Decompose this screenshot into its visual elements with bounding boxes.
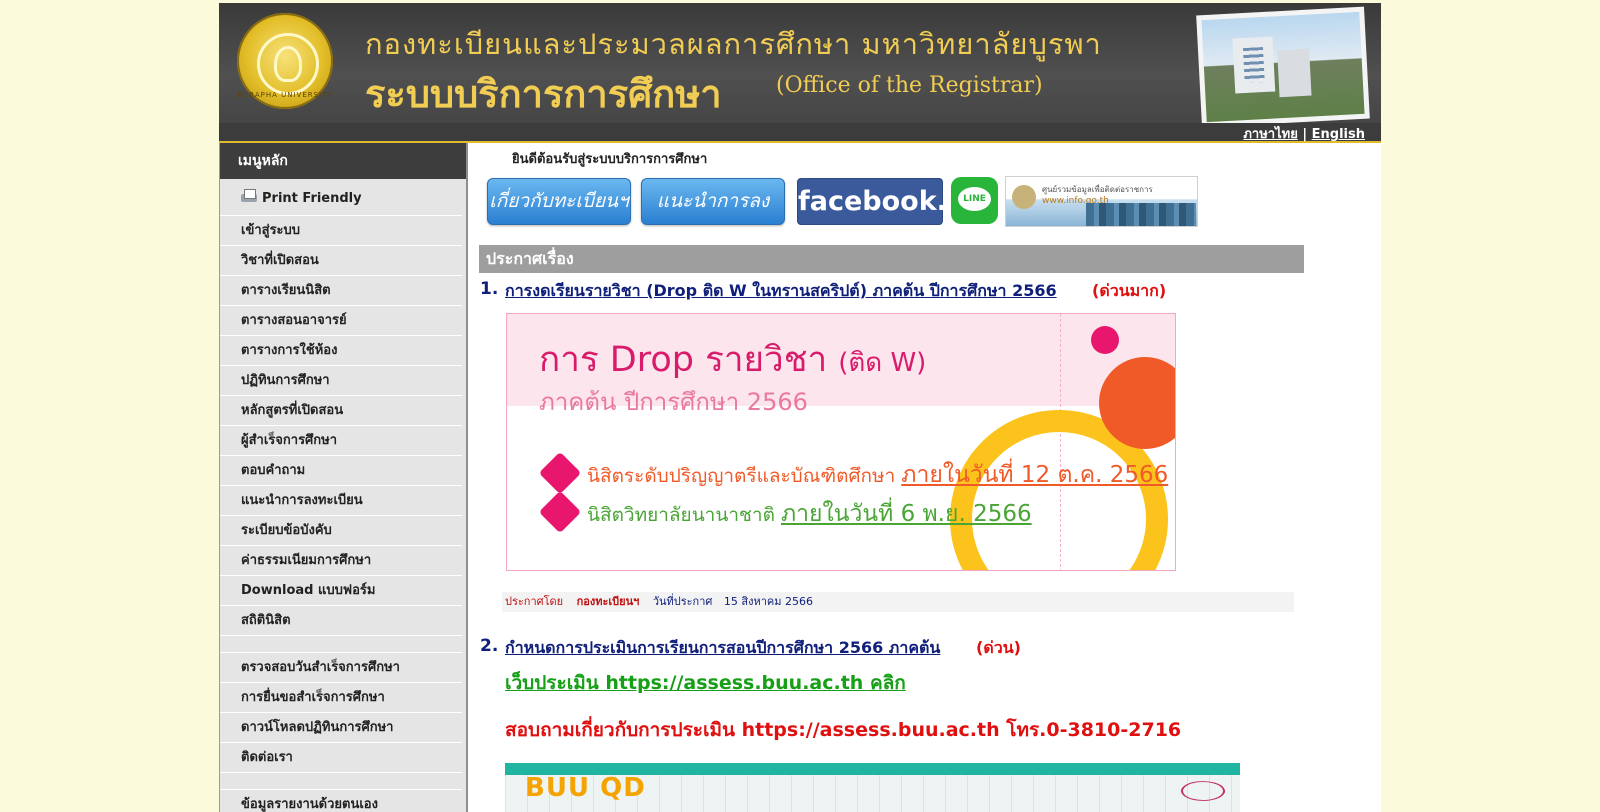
menu-item-graduates[interactable]: ผู้สำเร็จการศึกษา xyxy=(220,426,462,456)
drop-course-banner[interactable]: การ Drop รายวิชา (ติด W) ภาคต้น ปีการศึก… xyxy=(506,313,1176,571)
about-registrar-button[interactable]: เกี่ยวกับทะเบียนฯ xyxy=(487,178,631,225)
posted-by-value: กองทะเบียนฯ xyxy=(576,595,640,608)
date-label: วันที่ประกาศ xyxy=(652,595,713,608)
menu-item-student-schedule[interactable]: ตารางเรียนนิสิต xyxy=(220,276,462,306)
menu-item-curriculum[interactable]: หลักสูตรที่เปิดสอน xyxy=(220,396,462,426)
menu-item-room-schedule[interactable]: ตารางการใช้ห้อง xyxy=(220,336,462,366)
assess-contact-text: สอบถามเกี่ยวกับการประเมิน https://assess… xyxy=(505,719,1182,741)
international-deadline: ภายในวันที่ 6 พ.ย. 2566 xyxy=(780,501,1032,527)
date-value: 15 สิงหาคม 2566 xyxy=(723,595,813,608)
news-number: 1. xyxy=(480,279,499,299)
page: BURAPHA UNIVERSITY กองทะเบียนและประมวลผล… xyxy=(219,3,1381,812)
lang-thai-link[interactable]: ภาษาไทย xyxy=(1243,127,1297,142)
banner-title: การ Drop รายวิชา (ติด W) xyxy=(539,332,926,387)
banner-title-main: การ Drop รายวิชา xyxy=(539,340,828,380)
building-image xyxy=(1201,11,1365,123)
line-icon: LINE xyxy=(958,187,991,211)
news-2-urgency: (ด่วน) xyxy=(976,638,1021,657)
menu-item-check-graduation[interactable]: ตรวจสอบวันสำเร็จการศึกษา xyxy=(220,653,462,683)
menu-item-courses[interactable]: วิชาที่เปิดสอน xyxy=(220,246,462,276)
registration-guide-button[interactable]: แนะนำการลงทะเบียน xyxy=(641,178,785,257)
buu-qd-banner[interactable]: BUU QD xyxy=(505,763,1240,812)
news-1-link[interactable]: การงดเรียนรายวิชา (Drop ติด W ในทรานสคริ… xyxy=(505,279,1057,304)
undergrad-label: นิสิตระดับปริญญาตรีและบัณฑิตศึกษา xyxy=(587,465,902,487)
university-seal-logo: BURAPHA UNIVERSITY xyxy=(237,13,333,109)
header-title-line2: ระบบบริการการศึกษา xyxy=(365,71,722,116)
main-content: ยินดีต้อนรับสู่ระบบบริการการศึกษา เกี่ยว… xyxy=(479,143,1369,812)
welcome-text: ยินดีต้อนรับสู่ระบบบริการการศึกษา xyxy=(512,152,708,167)
buu-qd-logo: BUU QD xyxy=(525,773,646,803)
menu-item-apply-graduation[interactable]: การยื่นขอสำเร็จการศึกษา xyxy=(220,683,462,713)
menu-divider xyxy=(220,773,462,790)
header-banner: BURAPHA UNIVERSITY กองทะเบียนและประมวลผล… xyxy=(219,3,1381,123)
menu-divider xyxy=(220,636,462,653)
tag-icon xyxy=(538,490,582,534)
lang-separator: | xyxy=(1302,127,1308,142)
international-label: นิสิตวิทยาลัยนานาชาติ xyxy=(587,504,781,526)
undergrad-deadline: ภายในวันที่ 12 ต.ค. 2566 xyxy=(901,462,1169,488)
news-1-urgency: (ด่วนมาก) xyxy=(1092,281,1167,300)
news-2-link[interactable]: กำหนดการประเมินการเรียนการสอนปีการศึกษา … xyxy=(505,636,940,661)
lang-english-link[interactable]: English xyxy=(1312,127,1365,142)
print-friendly-label: Print Friendly xyxy=(262,191,362,206)
menu-item-teacher-schedule[interactable]: ตารางสอนอาจารย์ xyxy=(220,306,462,336)
sidebar-menu: เมนูหลัก Print Friendly เข้าสู่ระบบ วิชา… xyxy=(219,143,468,812)
menu-item-regulations[interactable]: ระเบียบข้อบังคับ xyxy=(220,516,462,546)
menu-item-faq[interactable]: ตอบคำถาม xyxy=(220,456,462,486)
menu-item-download-forms[interactable]: Download แบบฟอร์ม xyxy=(220,576,462,606)
banner-subtitle: ภาคต้น ปีการศึกษา 2566 xyxy=(539,388,808,416)
news-1-meta: ประกาศโดย กองทะเบียนฯ วันที่ประกาศ 15 สิ… xyxy=(502,592,1294,612)
header-title-english: (Office of the Registrar) xyxy=(776,73,1043,98)
menu-item-registration-guide[interactable]: แนะนำการลงทะเบียน xyxy=(220,486,462,516)
city-skyline-icon xyxy=(1086,203,1196,226)
language-switcher: ภาษาไทย | English xyxy=(1243,123,1365,144)
facebook-button[interactable]: facebook. xyxy=(797,178,947,225)
menu-item-contact[interactable]: ติดต่อเรา xyxy=(220,743,462,773)
info-banner-text: ศูนย์รวมข้อมูลเพื่อติดต่อราชการ xyxy=(1042,185,1153,194)
banner-line-undergrad: นิสิตระดับปริญญาตรีและบัณฑิตศึกษา ภายในว… xyxy=(587,457,1168,493)
line-button[interactable]: LINE xyxy=(951,177,998,224)
seal-emblem-icon xyxy=(257,33,319,95)
pink-dot-decoration xyxy=(1091,326,1119,354)
menu-item-login[interactable]: เข้าสู่ระบบ xyxy=(220,216,462,246)
seal-text: BURAPHA UNIVERSITY xyxy=(237,91,333,99)
government-seal-icon xyxy=(1012,185,1036,209)
menu-item-statistics[interactable]: สถิตินิสิต xyxy=(220,606,462,636)
menu-item-download-calendar[interactable]: ดาวน์โหลดปฏิทินการศึกษา xyxy=(220,713,462,743)
menu-item-self-report[interactable]: ข้อมูลรายงานด้วยตนเอง xyxy=(220,790,462,812)
posted-by-label: ประกาศโดย xyxy=(505,595,564,608)
banner-line-international: นิสิตวิทยาลัยนานาชาติ ภายในวันที่ 6 พ.ย.… xyxy=(587,496,1032,532)
news-number: 2. xyxy=(480,636,499,656)
tag-icon xyxy=(538,451,582,495)
print-friendly-link[interactable]: Print Friendly xyxy=(220,179,462,216)
announcements-heading: ประกาศเรื่อง xyxy=(479,245,1304,273)
menu-heading: เมนูหลัก xyxy=(220,143,466,179)
assess-website-link[interactable]: เว็บประเมิน https://assess.buu.ac.th คลิ… xyxy=(505,668,906,698)
menu-item-calendar[interactable]: ปฏิทินการศึกษา xyxy=(220,366,462,396)
printer-icon xyxy=(241,189,257,204)
menu-item-fees[interactable]: ค่าธรรมเนียมการศึกษา xyxy=(220,546,462,576)
header-title-line1: กองทะเบียนและประมวลผลการศึกษา มหาวิทยาลั… xyxy=(365,27,1102,61)
language-bar: ภาษาไทย | English xyxy=(219,123,1381,143)
banner-title-small: (ติด W) xyxy=(838,348,927,378)
building-photo xyxy=(1196,6,1370,123)
info-go-th-banner[interactable]: ศูนย์รวมข้อมูลเพื่อติดต่อราชการ www.info… xyxy=(1005,176,1198,227)
